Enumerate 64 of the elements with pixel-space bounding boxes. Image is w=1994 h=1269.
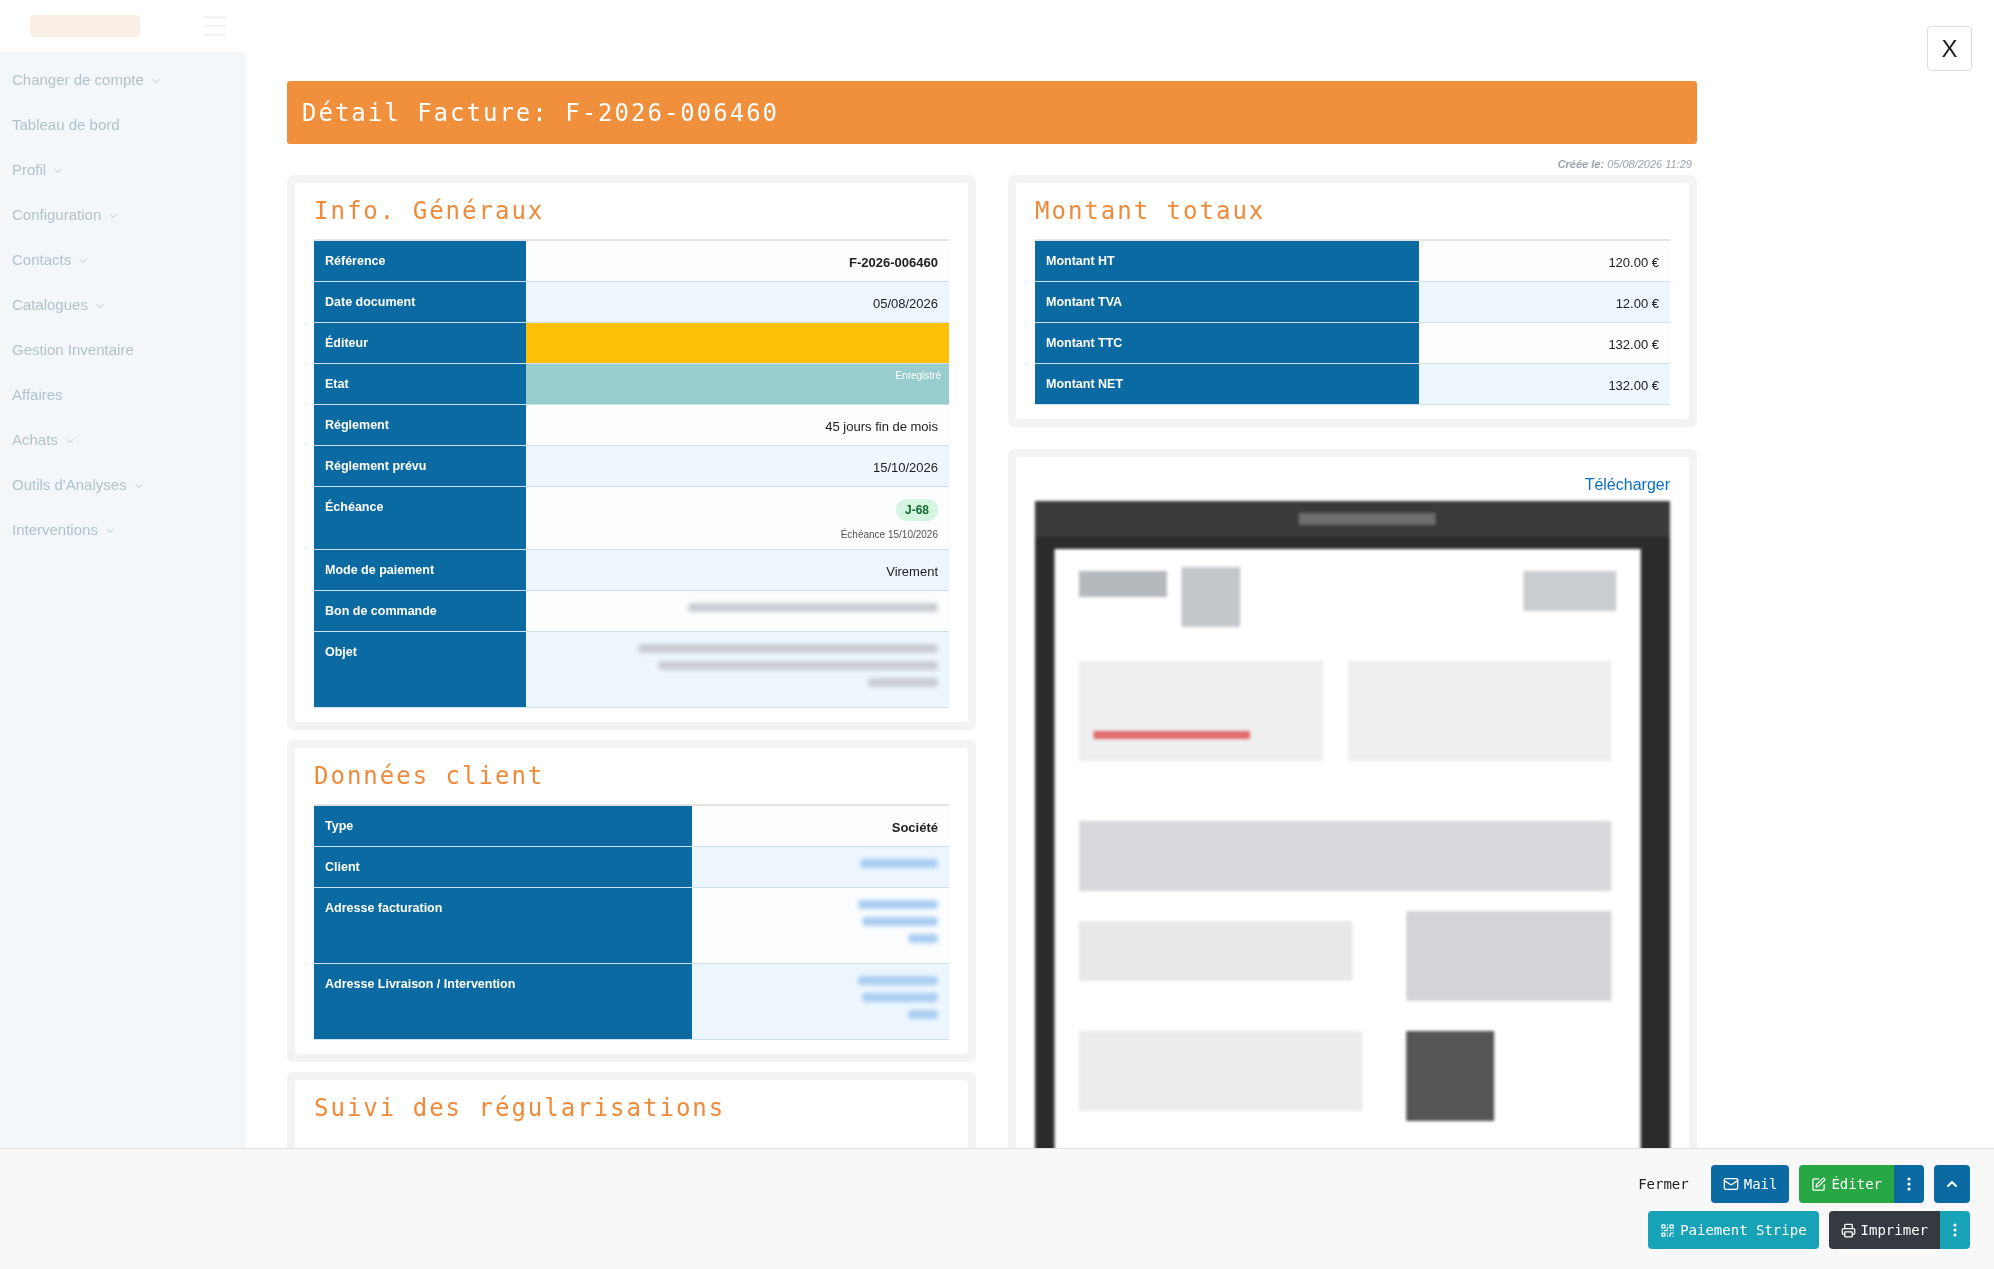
close-button[interactable]: X bbox=[1927, 26, 1972, 71]
row-label: Éditeur bbox=[314, 322, 526, 363]
row-label: Mode de paiement bbox=[314, 549, 526, 590]
more-options-button[interactable] bbox=[1940, 1211, 1970, 1249]
envelope-icon bbox=[1722, 1176, 1739, 1192]
sidebar-item[interactable]: Affaires bbox=[0, 373, 246, 418]
card-title: Données client bbox=[314, 760, 546, 792]
row-label: Référence bbox=[314, 240, 526, 281]
qr-code-icon bbox=[1660, 1222, 1676, 1238]
card-title: Montant totaux bbox=[1035, 195, 1267, 227]
due-date-note: Échéance 15/10/2026 bbox=[840, 527, 938, 542]
modal-header: Détail Facture: F-2026-006460 bbox=[287, 81, 1697, 144]
stripe-button[interactable]: Paiement Stripe bbox=[1648, 1211, 1819, 1249]
sidebar-item[interactable]: Interventions bbox=[0, 508, 246, 553]
created-date: Créée le: 05/08/2026 11:29 bbox=[1557, 157, 1692, 172]
sidebar-item[interactable]: Achats bbox=[0, 418, 246, 463]
cell-value: 132.00 € bbox=[1608, 335, 1659, 354]
row-label: Montant TTC bbox=[1035, 322, 1419, 363]
status-text: Enregistré bbox=[895, 368, 941, 383]
cell-value: 132.00 € bbox=[1608, 376, 1659, 395]
printer-icon bbox=[1840, 1222, 1856, 1238]
close-link[interactable]: Fermer bbox=[1626, 1165, 1701, 1203]
row-label: Type bbox=[314, 805, 692, 846]
cell-value: 45 jours fin de mois bbox=[825, 417, 938, 436]
sidebar-item[interactable]: Tableau de bord bbox=[0, 103, 246, 148]
download-link[interactable]: Télécharger bbox=[1584, 472, 1670, 497]
cell-value: Société bbox=[891, 818, 938, 837]
row-label: Échéance bbox=[314, 486, 526, 549]
mail-button[interactable]: Mail bbox=[1710, 1165, 1790, 1203]
sidebar-item[interactable]: Gestion Inventaire bbox=[0, 328, 246, 373]
row-label: Bon de commande bbox=[314, 590, 526, 631]
cell-value: 12.00 € bbox=[1615, 294, 1659, 313]
cell-value: Virement bbox=[886, 562, 938, 581]
sidebar-item[interactable]: Catalogues bbox=[0, 283, 246, 328]
kebab-icon bbox=[1907, 1177, 1911, 1191]
cell-value: 15/10/2026 bbox=[872, 458, 938, 477]
sidebar-item[interactable]: Contacts bbox=[0, 238, 246, 283]
sidebar-item[interactable]: Outils d'Analyses bbox=[0, 463, 246, 508]
cell-value: F-2026-006460 bbox=[849, 253, 938, 272]
row-label: Montant NET bbox=[1035, 363, 1419, 404]
days-left-badge: J-68 bbox=[895, 498, 938, 521]
more-options-button[interactable] bbox=[1894, 1165, 1924, 1203]
row-label: Réglement prévu bbox=[314, 445, 526, 486]
sidebar-item[interactable]: Changer de compte bbox=[0, 58, 246, 103]
collapse-button[interactable] bbox=[1934, 1165, 1970, 1203]
sidebar-item[interactable]: Configuration bbox=[0, 193, 246, 238]
row-label: Client bbox=[314, 846, 692, 887]
kebab-icon bbox=[1953, 1223, 1957, 1237]
row-label: Montant HT bbox=[1035, 240, 1419, 281]
card-title: Suivi des régularisations bbox=[314, 1092, 727, 1124]
row-label: Réglement bbox=[314, 404, 526, 445]
cell-value: 05/08/2026 bbox=[872, 294, 938, 313]
edit-icon bbox=[1811, 1176, 1827, 1192]
row-label: Etat bbox=[314, 363, 526, 404]
row-label: Adresse facturation bbox=[314, 887, 692, 963]
row-label: Adresse Livraison / Intervention bbox=[314, 963, 692, 1039]
card-title: Info. Généraux bbox=[314, 195, 546, 227]
cell-value: 120.00 € bbox=[1608, 253, 1659, 272]
row-label: Date document bbox=[314, 281, 526, 322]
edit-button[interactable]: Éditer bbox=[1799, 1165, 1894, 1203]
row-label: Objet bbox=[314, 631, 526, 707]
print-button[interactable]: Imprimer bbox=[1828, 1211, 1940, 1249]
row-label: Montant TVA bbox=[1035, 281, 1419, 322]
sidebar-item[interactable]: Profil bbox=[0, 148, 246, 193]
